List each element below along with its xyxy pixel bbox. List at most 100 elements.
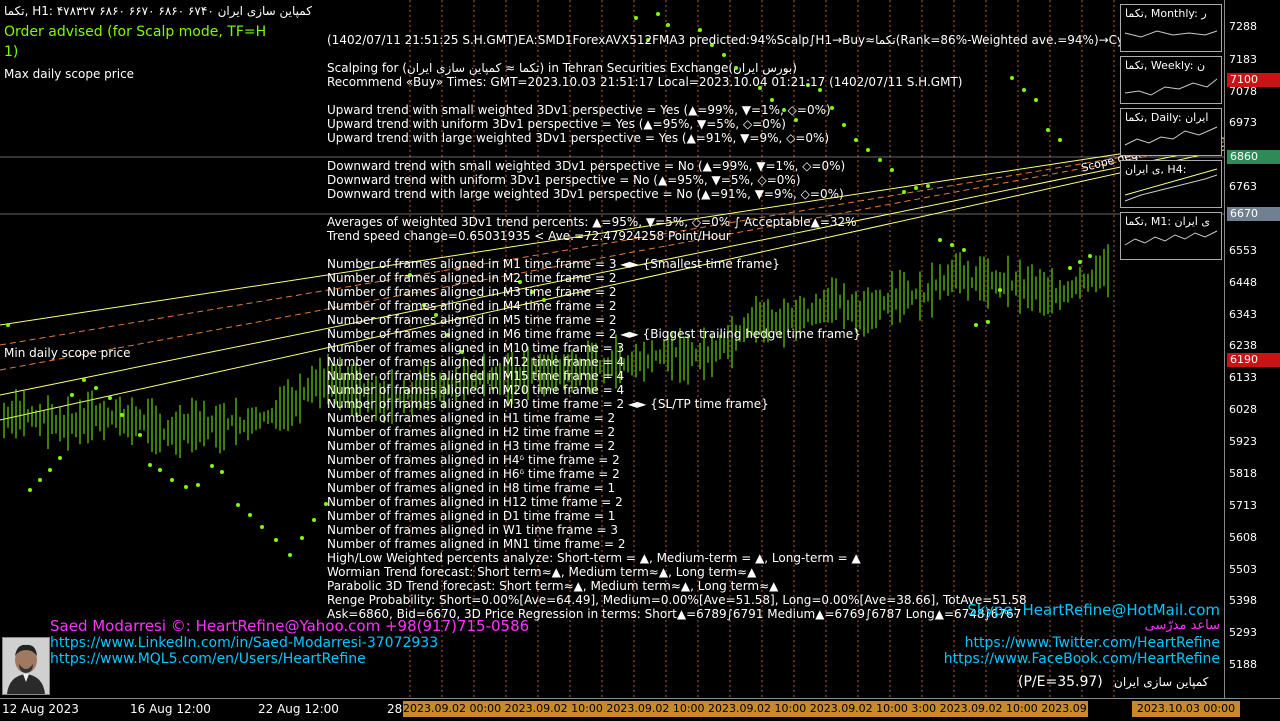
price-tick: 6238: [1229, 339, 1257, 352]
frames-line: Number of frames aligned in H2 time fram…: [327, 425, 616, 439]
sar-dot: [28, 488, 32, 492]
sar-dot: [634, 16, 638, 20]
sar-dot: [1068, 266, 1072, 270]
price-tick: 7183: [1229, 53, 1257, 66]
frames-line: Number of frames aligned in M1 time fram…: [327, 257, 780, 271]
sar-dot: [878, 158, 882, 162]
frames-line: Number of frames aligned in H8 time fram…: [327, 481, 616, 495]
sar-dot: [148, 463, 152, 467]
sar-dot: [70, 393, 74, 397]
time-marker-strip: 2023.09.02 00:00 2023.09.02 10:00 2023.0…: [403, 701, 1088, 717]
sar-dot: [1034, 98, 1038, 102]
sar-dot: [986, 320, 990, 324]
sar-dot: [974, 323, 978, 327]
current-time-badge: 2023.10.03 00:00: [1132, 701, 1240, 717]
upward-trend-uniform: Upward trend with uniform 3Dv1 perspecti…: [327, 117, 786, 131]
sar-dot: [210, 464, 214, 468]
sar-dot: [854, 138, 858, 142]
sar-dot: [1058, 138, 1062, 142]
sar-dot: [38, 478, 42, 482]
price-level-low: 6190: [1227, 353, 1280, 367]
symbol-header: تکما, H1: ۴۷۸۳۲۷ ۶۸۶۰ ۶۶۷۰ ۶۸۶۰ ۶۷۴۰ کمپ…: [4, 4, 312, 18]
mini-chart-m1[interactable]: تکما, M1: ی ایران: [1120, 212, 1222, 260]
author-avatar: [2, 637, 50, 695]
order-advice: Order advised (for Scalp mode, TF=H: [4, 24, 267, 40]
sar-dot: [998, 288, 1002, 292]
skype-contact[interactable]: Skype: HeartRefine@HotMail.com: [967, 602, 1220, 619]
recommend-line: Recommend «Buy» Times: GMT=2023.10.03 21…: [327, 75, 963, 89]
sar-dot: [1046, 128, 1050, 132]
scalping-line: Scalping for (تکما ≈ کمپاین سازی ایران) …: [327, 61, 797, 75]
frames-line: Number of frames aligned in MN1 time fra…: [327, 537, 626, 551]
order-advice-tf: 1): [4, 44, 19, 60]
sar-dot: [158, 468, 162, 472]
sar-dot: [914, 186, 918, 190]
wormian-forecast: Wormian Trend forecast: Short term≈▲, Me…: [327, 565, 757, 579]
sar-dot: [312, 518, 316, 522]
downward-trend-uniform: Downward trend with uniform 3Dv1 perspec…: [327, 173, 801, 187]
downward-trend-small: Downward trend with small weighted 3Dv1 …: [327, 159, 846, 173]
price-tick: 5503: [1229, 563, 1257, 576]
sar-dot: [236, 503, 240, 507]
sar-dot: [220, 470, 224, 474]
frames-line: Number of frames aligned in M6 time fram…: [327, 327, 861, 341]
twitter-link[interactable]: https://www.Twitter.com/HeartRefine: [965, 635, 1220, 651]
price-tick: 5398: [1229, 594, 1257, 607]
sar-dot: [866, 148, 870, 152]
sar-dot: [950, 243, 954, 247]
price-chart[interactable]: تکما, H1: ۴۷۸۳۲۷ ۶۸۶۰ ۶۶۷۰ ۶۸۶۰ ۶۷۴۰ کمپ…: [0, 0, 1224, 698]
time-label: 16 Aug 12:00: [130, 702, 211, 716]
upward-trend-small: Upward trend with small weighted 3Dv1 pe…: [327, 103, 831, 117]
price-tick: 6973: [1229, 116, 1257, 129]
sar-dot: [656, 12, 660, 16]
sar-dot: [288, 553, 292, 557]
price-tick: 5713: [1229, 499, 1257, 512]
sar-dot: [48, 468, 52, 472]
frames-line: Number of frames aligned in H1 time fram…: [327, 411, 616, 425]
mini-chart-daily[interactable]: تکما, Daily: ایران: [1120, 108, 1222, 156]
sar-dot: [94, 386, 98, 390]
sar-dot: [1088, 254, 1092, 258]
frames-line: Number of frames aligned in M3 time fram…: [327, 285, 617, 299]
linkedin-link[interactable]: https://www.LinkedIn.com/in/Saed-Modarre…: [50, 635, 438, 651]
sar-dot: [82, 378, 86, 382]
sar-dot: [890, 168, 894, 172]
facebook-link[interactable]: https://www.FaceBook.com/HeartRefine: [944, 651, 1220, 667]
mini-chart-monthly[interactable]: تکما, Monthly: ر: [1120, 4, 1222, 52]
frames-line: Number of frames aligned in D1 time fram…: [327, 509, 616, 523]
mini-chart-h4[interactable]: ی ایران, H4:: [1120, 160, 1222, 208]
ask-price-badge: 6860: [1227, 150, 1280, 164]
trend-speed: Trend speed change=0.65031935 < Ave.=72.…: [327, 229, 731, 243]
price-level-high: 7100: [1227, 73, 1280, 87]
author-contact: Saed Modarresi ©: HeartRefine@Yahoo.com …: [50, 617, 530, 635]
price-tick: 7288: [1229, 20, 1257, 33]
mql5-link[interactable]: https://www.MQL5.com/en/Users/HeartRefin…: [50, 651, 366, 667]
time-label: 28: [387, 702, 403, 716]
mini-chart-weekly[interactable]: تکما, Weekly: ن: [1120, 56, 1222, 104]
sar-dot: [962, 248, 966, 252]
frames-line: Number of frames aligned in H3 time fram…: [327, 439, 616, 453]
price-scale[interactable]: 7288 7183 7078 6973 6763 6553 6448 6343 …: [1224, 0, 1280, 698]
sar-dot: [770, 98, 774, 102]
sar-dot: [1078, 260, 1082, 264]
price-tick: 6028: [1229, 403, 1257, 416]
renge-probability: Renge Probability: Short=0.00%[Ave=64.49…: [327, 593, 1027, 607]
frames-line: Number of frames aligned in M10 time fra…: [327, 341, 625, 355]
price-tick: 6343: [1229, 308, 1257, 321]
sar-dot: [248, 513, 252, 517]
upward-trend-large: Upward trend with large weighted 3Dv1 pe…: [327, 131, 830, 145]
price-tick: 6133: [1229, 371, 1257, 384]
parabolic-forecast: Parabolic 3D Trend forecast: Short term≈…: [327, 579, 779, 593]
sar-dot: [938, 238, 942, 242]
sar-dot: [666, 23, 670, 27]
time-label: 22 Aug 12:00: [258, 702, 339, 716]
sar-dot: [184, 485, 188, 489]
avatar-portrait: [3, 638, 49, 694]
prediction-line: (1402/07/11 21:51:25 S.H.GMT)EA:SMD1Fore…: [327, 33, 1160, 47]
sar-dot: [698, 28, 702, 32]
sar-dot: [170, 478, 174, 482]
sar-dot: [794, 118, 798, 122]
sar-dot: [300, 536, 304, 540]
persian-name: ساعد مدرّسی: [1144, 618, 1220, 633]
sar-dot: [1022, 88, 1026, 92]
